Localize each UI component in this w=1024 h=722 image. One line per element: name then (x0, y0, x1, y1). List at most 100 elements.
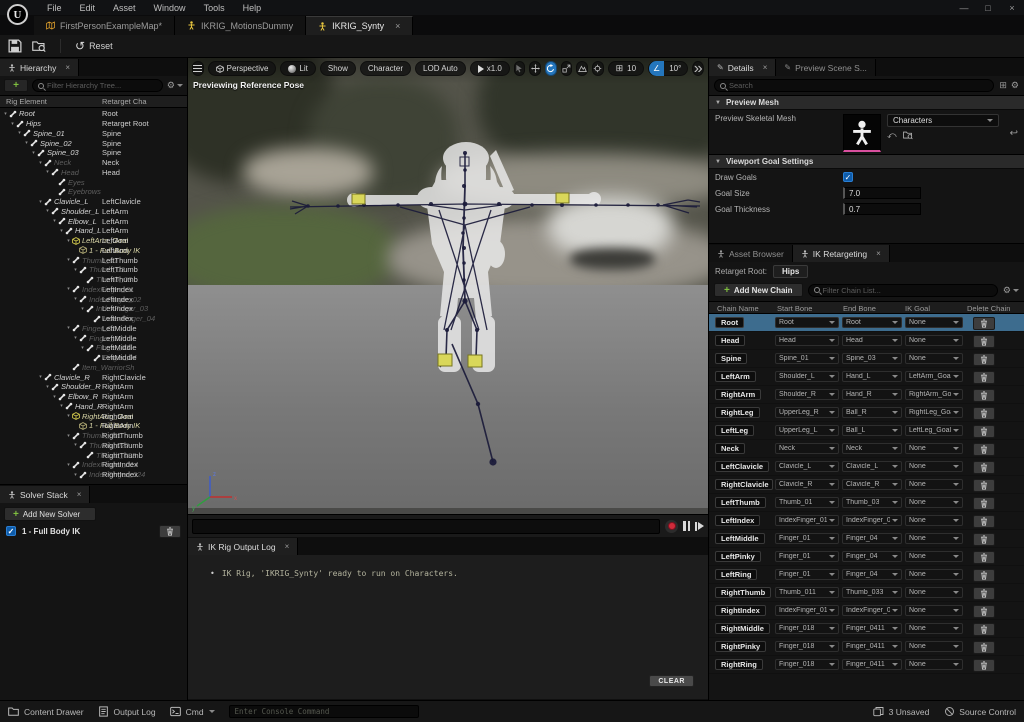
chain-name[interactable]: RightThumb (715, 587, 771, 598)
delete-chain-button[interactable] (973, 641, 995, 654)
hierarchy-row[interactable]: ▾ Thumb_011 RightThumb (0, 431, 187, 441)
unreal-logo-icon[interactable]: U (7, 4, 28, 25)
chain-name[interactable]: Spine (715, 353, 747, 364)
ik-goal-dropdown[interactable]: None (905, 515, 963, 526)
reset-to-default-icon[interactable]: ↩ (1010, 128, 1018, 139)
hierarchy-row[interactable]: ▾ Thumb_022 RightThumb (0, 441, 187, 451)
chain-row[interactable]: RightArm Shoulder_R Hand_R RightArm_Goal (709, 386, 1024, 404)
expand-arrow-icon[interactable]: ▾ (65, 462, 72, 468)
delete-chain-button[interactable] (973, 461, 995, 474)
tab-details[interactable]: ✎ Details × (709, 59, 776, 76)
hierarchy-row[interactable]: ▾ IndexFinger_02 LeftIndex (0, 294, 187, 304)
end-bone-dropdown[interactable]: Root (842, 317, 902, 328)
draw-goals-checkbox[interactable]: ✓ (843, 172, 853, 182)
hierarchy-row[interactable]: ▾ Clavicle_L LeftClavicle (0, 197, 187, 207)
delete-chain-button[interactable] (973, 515, 995, 528)
chain-name[interactable]: Neck (715, 443, 745, 454)
end-bone-dropdown[interactable]: IndexFinger_047 (842, 605, 902, 616)
expand-arrow-icon[interactable]: ▾ (65, 413, 72, 419)
hierarchy-row[interactable]: ▾ Hand_L LeftArm (0, 226, 187, 236)
ik-goal-dropdown[interactable]: None (905, 551, 963, 562)
lod-dropdown[interactable]: LOD Auto (415, 61, 466, 76)
start-bone-dropdown[interactable]: Spine_01 (775, 353, 839, 364)
ik-goal-dropdown[interactable]: None (905, 533, 963, 544)
hierarchy-row[interactable]: ▾ Elbow_R RightArm (0, 392, 187, 402)
ik-goal-dropdown[interactable]: None (905, 659, 963, 670)
start-bone-dropdown[interactable]: Shoulder_L (775, 371, 839, 382)
chain-row[interactable]: RightThumb Thumb_011 Thumb_033 None (709, 584, 1024, 602)
expand-arrow-icon[interactable]: ▾ (30, 150, 37, 156)
close-panel-icon[interactable]: × (77, 490, 82, 499)
chain-name[interactable]: RightIndex (715, 605, 766, 616)
solver-row[interactable]: ✓ 1 - Full Body IK (0, 523, 187, 539)
minimize-button[interactable]: — (952, 1, 976, 15)
end-bone-dropdown[interactable]: Clavicle_R (842, 479, 902, 490)
cmd-dropdown[interactable]: Cmd (170, 706, 215, 717)
expand-arrow-icon[interactable]: ▾ (65, 325, 72, 331)
mesh-thumbnail[interactable] (843, 114, 881, 152)
details-search[interactable] (714, 79, 994, 92)
delete-chain-button[interactable] (973, 659, 995, 672)
character-mesh[interactable] (347, 142, 601, 372)
close-panel-icon[interactable]: × (876, 249, 881, 258)
end-bone-dropdown[interactable]: IndexFinger_04 (842, 515, 902, 526)
move-tool-button[interactable] (529, 61, 541, 76)
hierarchy-row[interactable]: ▾ 1 - Full Body IK RightArm (0, 421, 187, 431)
expand-arrow-icon[interactable]: ▾ (51, 218, 58, 224)
perspective-dropdown[interactable]: Perspective (208, 61, 277, 76)
hierarchy-row[interactable]: ▾ Shoulder_L LeftArm (0, 207, 187, 217)
start-bone-dropdown[interactable]: UpperLeg_R (775, 407, 839, 418)
start-bone-dropdown[interactable]: Finger_01 (775, 551, 839, 562)
hierarchy-row[interactable]: ▾ Root Root (0, 109, 187, 119)
end-bone-dropdown[interactable]: Thumb_033 (842, 587, 902, 598)
expand-arrow-icon[interactable]: ▾ (65, 238, 72, 244)
hierarchy-row[interactable]: ▾ 1 - Full Body IK LeftArm (0, 246, 187, 256)
chain-name[interactable]: LeftThumb (715, 497, 766, 508)
tab-ik-rig-output-log[interactable]: IK Rig Output Log × (188, 538, 298, 555)
chain-filter[interactable] (808, 284, 998, 297)
surface-snap-button[interactable] (576, 61, 588, 76)
tab-hierarchy[interactable]: Hierarchy × (0, 59, 79, 76)
chain-name[interactable]: LeftRing (715, 569, 757, 580)
expand-arrow-icon[interactable]: ▾ (44, 384, 51, 390)
expand-arrow-icon[interactable]: ▾ (72, 267, 79, 273)
hierarchy-row[interactable]: ▾ IndexFinger_03 LeftIndex (0, 304, 187, 314)
ik-goal-dropdown[interactable]: None (905, 623, 963, 634)
col-rig-element[interactable]: Rig Element (0, 97, 47, 106)
hierarchy-row[interactable]: ▾ Thumb_02 LeftThumb (0, 265, 187, 275)
delete-chain-button[interactable] (973, 407, 995, 420)
expand-arrow-icon[interactable]: ▾ (44, 208, 51, 214)
expand-arrow-icon[interactable]: ▾ (23, 140, 30, 146)
ik-goal-dropdown[interactable]: None (905, 353, 963, 364)
ik-goal-dropdown[interactable]: None (905, 569, 963, 580)
expand-arrow-icon[interactable]: ▾ (79, 306, 86, 312)
end-bone-dropdown[interactable]: Ball_L (842, 425, 902, 436)
end-bone-dropdown[interactable]: Neck (842, 443, 902, 454)
start-bone-dropdown[interactable]: Root (775, 317, 839, 328)
hierarchy-row[interactable]: ▾ Thumb_033 RightThumb (0, 450, 187, 460)
start-bone-dropdown[interactable]: Thumb_01 (775, 497, 839, 508)
end-bone-dropdown[interactable]: Finger_04 (842, 569, 902, 580)
start-bone-dropdown[interactable]: IndexFinger_01 (775, 515, 839, 526)
start-bone-dropdown[interactable]: Neck (775, 443, 839, 454)
hierarchy-row[interactable]: ▾ Elbow_L LeftArm (0, 216, 187, 226)
hierarchy-row[interactable]: ▾ Item_WarriorSh (0, 363, 187, 373)
delete-chain-button[interactable] (973, 623, 995, 636)
browse-to-asset-button[interactable] (32, 39, 46, 53)
timeline-track[interactable] (192, 519, 660, 534)
viewport-menu-button[interactable] (192, 61, 204, 76)
chain-settings-button[interactable]: ⚙ (1003, 285, 1019, 296)
gear-icon[interactable]: ⚙ (1011, 80, 1019, 91)
start-bone-dropdown[interactable]: Clavicle_R (775, 479, 839, 490)
close-tab-icon[interactable]: × (395, 21, 400, 31)
start-bone-dropdown[interactable]: Finger_018 (775, 641, 839, 652)
start-bone-dropdown[interactable]: Finger_01 (775, 533, 839, 544)
delete-chain-button[interactable] (973, 479, 995, 492)
clear-log-button[interactable]: CLEAR (649, 675, 694, 687)
details-search-input[interactable] (729, 81, 988, 90)
hierarchy-row[interactable]: ▾ IndexFinger_04 LeftIndex (0, 314, 187, 324)
start-bone-dropdown[interactable]: Finger_01 (775, 569, 839, 580)
chain-row[interactable]: RightIndex IndexFinger_014 IndexFinger_0… (709, 602, 1024, 620)
source-control-button[interactable]: Source Control (945, 706, 1016, 717)
ik-goal-dropdown[interactable]: LeftLeg_Goal (905, 425, 963, 436)
